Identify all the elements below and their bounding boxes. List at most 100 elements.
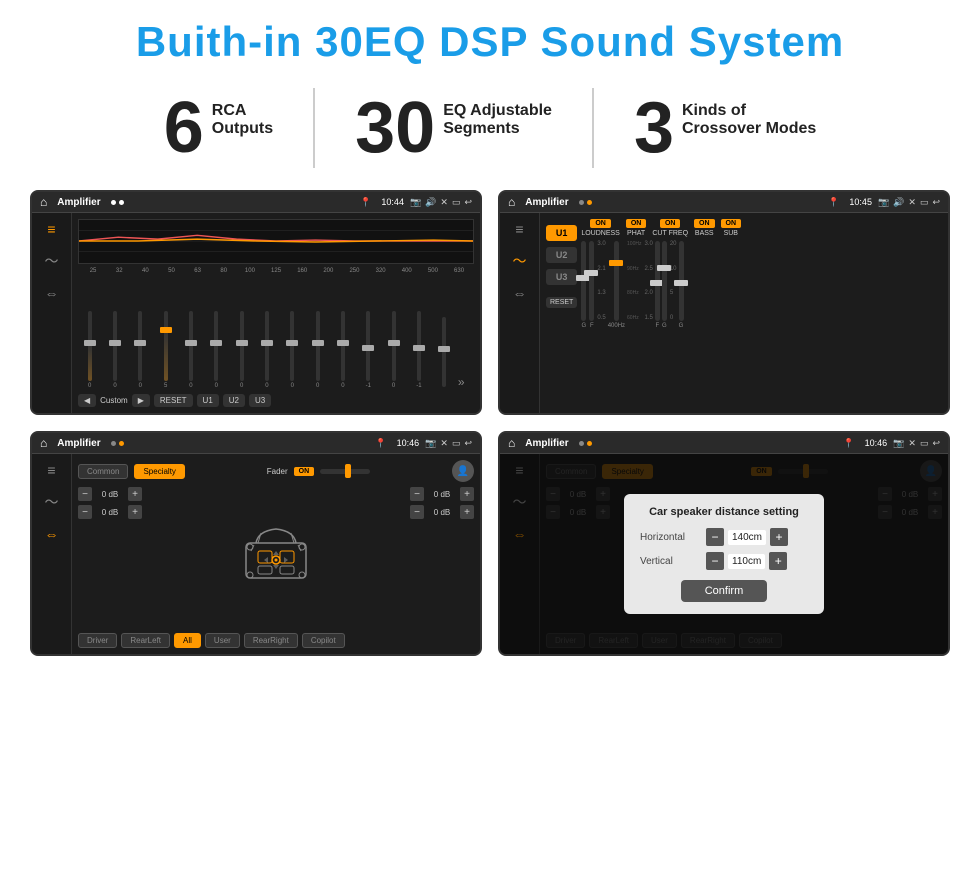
sidebar-wave-icon-2[interactable]: 〜: [513, 251, 527, 271]
slider-track-2[interactable]: [113, 311, 117, 381]
sidebar-eq-icon[interactable]: ≡: [47, 221, 55, 237]
slider-10: 0: [306, 311, 329, 389]
u3-channel-btn[interactable]: U3: [546, 269, 577, 285]
sliders-area: 0 0 0: [78, 277, 474, 391]
xo-phat: ON PHAT: [626, 219, 647, 237]
vertical-minus-btn[interactable]: −: [706, 552, 724, 570]
prev-btn[interactable]: ◀: [78, 394, 96, 407]
sidebar-arrows-icon-3[interactable]: ⇔: [45, 526, 59, 542]
slider-track-6[interactable]: [214, 311, 218, 381]
expand-btn[interactable]: »: [458, 375, 474, 389]
user-btn[interactable]: User: [205, 633, 240, 648]
copilot-btn[interactable]: Copilot: [302, 633, 345, 648]
slider-track-4[interactable]: [164, 311, 168, 381]
slider-track-14[interactable]: [417, 311, 421, 381]
u3-btn[interactable]: U3: [249, 394, 271, 407]
loudness-on-btn[interactable]: ON: [590, 219, 611, 228]
slider-track-5[interactable]: [189, 311, 193, 381]
speaker-icon-2: 🔊: [893, 197, 904, 208]
freq-400: 400: [394, 268, 420, 274]
cutfreq-group: 3.0 2.1 1.3 0.5 4: [597, 241, 641, 407]
slider-track-10[interactable]: [316, 311, 320, 381]
screen3-fader-main: Common Specialty Fader ON 👤: [72, 454, 480, 654]
db-plus-3[interactable]: +: [460, 487, 474, 501]
sidebar-arrows-icon[interactable]: ⇔: [45, 285, 59, 301]
home-icon-2[interactable]: ⌂: [508, 195, 515, 209]
home-icon-3[interactable]: ⌂: [40, 436, 47, 450]
confirm-button[interactable]: Confirm: [681, 580, 768, 602]
slider-track-1[interactable]: [88, 311, 92, 381]
loudness-track[interactable]: [581, 241, 586, 321]
x-icon-2: ✕: [908, 197, 916, 208]
screen3-sidebar: ≡ 〜 ⇔: [32, 454, 72, 654]
profile-icon[interactable]: 👤: [452, 460, 474, 482]
phat-on-btn[interactable]: ON: [626, 219, 647, 228]
u1-btn[interactable]: U1: [197, 394, 219, 407]
bass-track-f[interactable]: [655, 241, 660, 321]
sub-track[interactable]: [679, 241, 684, 321]
play-btn[interactable]: ▶: [132, 394, 150, 407]
back-icon-2[interactable]: ↩: [932, 197, 940, 208]
driver-btn[interactable]: Driver: [78, 633, 117, 648]
rearleft-btn[interactable]: RearLeft: [121, 633, 170, 648]
sidebar-eq-icon-2[interactable]: ≡: [515, 221, 523, 237]
stat-text-crossover: Kinds of Crossover Modes: [682, 92, 816, 138]
u1-channel-btn[interactable]: U1: [546, 225, 577, 241]
db-plus-2[interactable]: +: [128, 505, 142, 519]
sidebar-eq-icon-3[interactable]: ≡: [47, 462, 55, 478]
pin-icon-4: 📍: [843, 438, 854, 449]
sidebar-wave-icon[interactable]: 〜: [45, 251, 59, 271]
db-plus-1[interactable]: +: [128, 487, 142, 501]
db-minus-3[interactable]: −: [410, 487, 424, 501]
horizontal-value: 140cm: [728, 530, 766, 545]
horizontal-stepper: − 140cm +: [706, 528, 788, 546]
slider-track-12[interactable]: [366, 311, 370, 381]
slider-track-3[interactable]: [138, 311, 142, 381]
all-btn[interactable]: All: [174, 633, 201, 648]
phat-track[interactable]: [589, 241, 594, 321]
slider-track-11[interactable]: [341, 311, 345, 381]
slider-track-8[interactable]: [265, 311, 269, 381]
horizontal-minus-btn[interactable]: −: [706, 528, 724, 546]
sidebar-arrows-icon-2[interactable]: ⇔: [513, 285, 527, 301]
u2-channel-btn[interactable]: U2: [546, 247, 577, 263]
db-minus-4[interactable]: −: [410, 505, 424, 519]
back-icon-1[interactable]: ↩: [464, 197, 472, 208]
horizontal-plus-btn[interactable]: +: [770, 528, 788, 546]
cutfreq-track[interactable]: [614, 241, 619, 321]
reset-channel-btn[interactable]: RESET: [546, 297, 577, 308]
reset-btn[interactable]: RESET: [154, 394, 193, 407]
vertical-plus-btn[interactable]: +: [769, 552, 787, 570]
slider-15: [433, 317, 456, 389]
bass-on-btn[interactable]: ON: [694, 219, 715, 228]
dot-active: [587, 200, 592, 205]
bass-track-g[interactable]: [662, 241, 667, 321]
screen1-dots: [111, 200, 124, 205]
crossover-controls: ON LOUDNESS ON PHAT ON CUT FREQ: [581, 219, 942, 407]
sidebar-wave-icon-3[interactable]: 〜: [45, 492, 59, 512]
slider-track-15[interactable]: [442, 317, 446, 387]
back-icon-3[interactable]: ↩: [464, 438, 472, 449]
back-icon-4[interactable]: ↩: [932, 438, 940, 449]
db-minus-2[interactable]: −: [78, 505, 92, 519]
common-mode-btn[interactable]: Common: [78, 464, 128, 479]
rearright-btn[interactable]: RearRight: [244, 633, 298, 648]
home-icon-4[interactable]: ⌂: [508, 436, 515, 450]
bass-group: 3.0 2.5 2.0 1.5 F: [644, 241, 666, 407]
slider-track-9[interactable]: [290, 311, 294, 381]
sub-on-btn[interactable]: ON: [721, 219, 742, 228]
home-icon-1[interactable]: ⌂: [40, 195, 47, 209]
db-minus-1[interactable]: −: [78, 487, 92, 501]
db-plus-4[interactable]: +: [460, 505, 474, 519]
u2-btn[interactable]: U2: [223, 394, 245, 407]
freq-50: 50: [158, 268, 184, 274]
fader-on-btn[interactable]: ON: [294, 467, 315, 476]
slider-track-13[interactable]: [392, 311, 396, 381]
fader-htrack[interactable]: [320, 469, 370, 474]
specialty-mode-btn[interactable]: Specialty: [134, 464, 184, 479]
slider-val-9: 0: [291, 383, 294, 389]
cutfreq-on-btn[interactable]: ON: [660, 219, 681, 228]
cutfreq-hz4: 60Hz: [627, 315, 641, 321]
slider-track-7[interactable]: [240, 311, 244, 381]
dot-pause: [579, 200, 584, 205]
